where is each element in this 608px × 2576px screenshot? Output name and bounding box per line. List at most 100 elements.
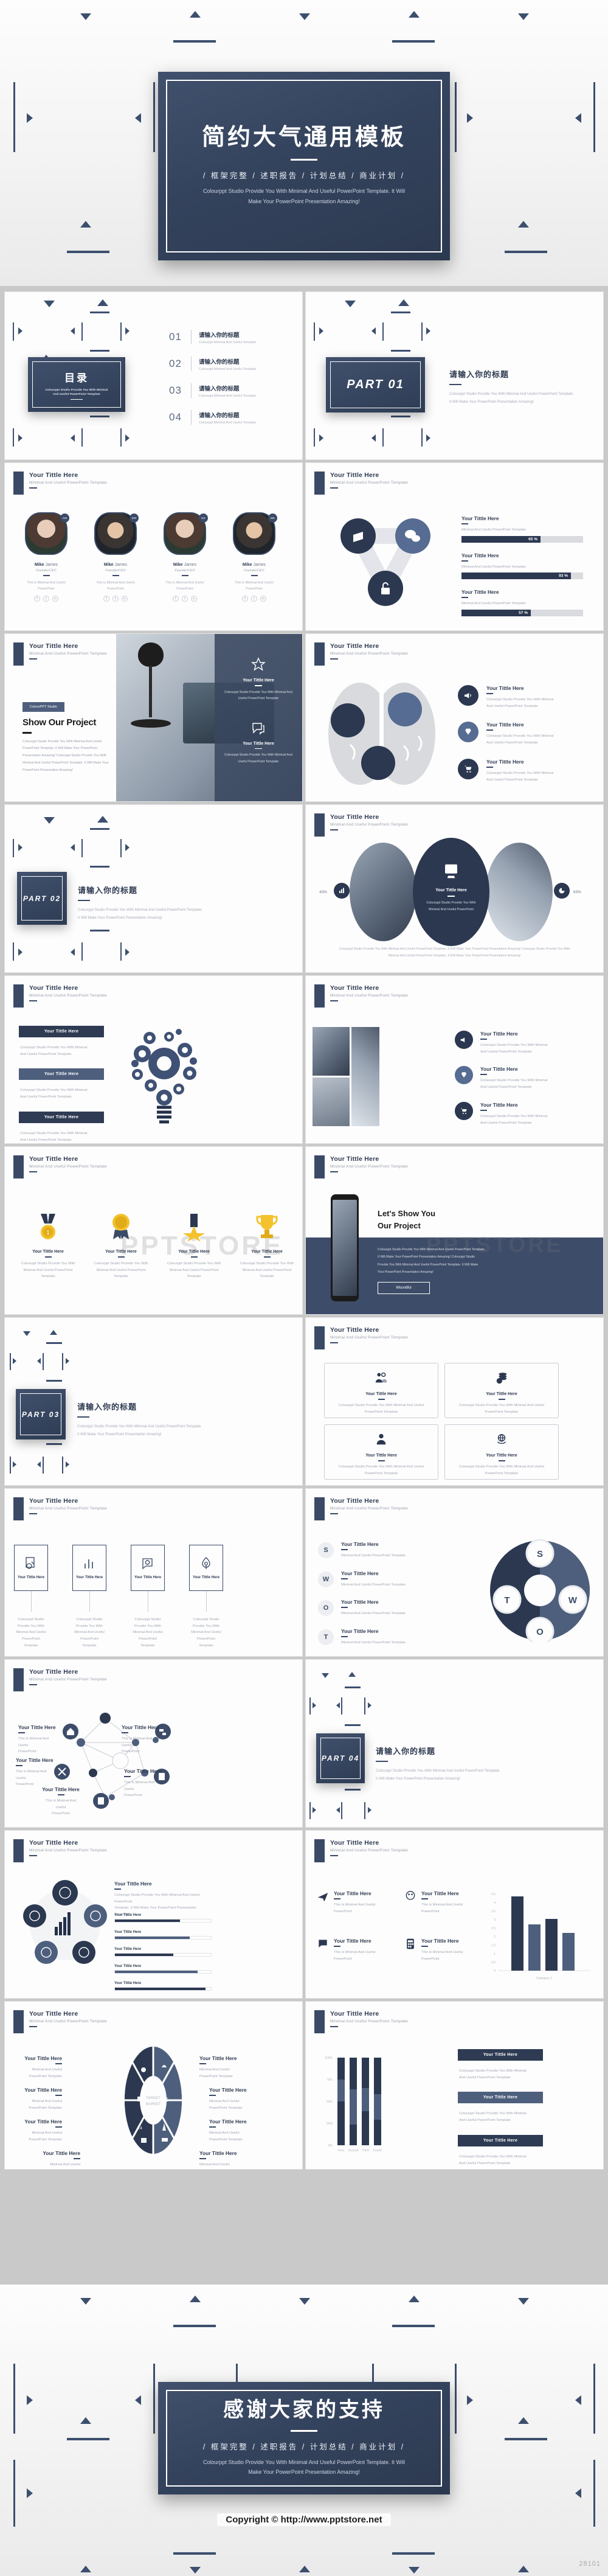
social-links[interactable]: f t in (231, 595, 277, 602)
slide-table-of-contents[interactable]: 目录 Colourppt Studio Provide You With Min… (5, 292, 302, 459)
team-member[interactable]: ES Mike James Founder/CEO This Is Minima… (162, 510, 208, 602)
slide-awards[interactable]: Your Tittle Here Minimal And Useful Powe… (5, 1147, 302, 1314)
facebook-icon[interactable]: f (34, 595, 40, 602)
linkedin-icon[interactable]: in (191, 595, 197, 602)
social-links[interactable]: f t in (92, 595, 139, 602)
info-card[interactable]: Your Tittle Here Colourppt Studio Provid… (324, 1424, 438, 1480)
target-label[interactable]: Your Tittle HereMinimal And Useful Power… (15, 2087, 62, 2111)
outline-card[interactable]: Your Tittle Here Colourppt Studio Provid… (72, 1545, 106, 1649)
toc-item[interactable]: 03 请输入你的标题 Colourppt Minimal And Useful … (169, 383, 256, 398)
slide-triangle-progress[interactable]: Your Tittle Here Minimal And Useful Powe… (306, 463, 603, 630)
target-label[interactable]: Your Tittle HereMinimal And Useful Power… (199, 2150, 248, 2169)
award-item[interactable]: Your Tittle Here Colourppt Studio Provid… (233, 1213, 300, 1280)
gears-button[interactable]: Your Tittle Here (19, 1026, 104, 1037)
slide-collage[interactable]: Your Tittle Here Minimal And Useful Powe… (306, 976, 603, 1143)
facebook-icon[interactable]: f (173, 595, 179, 602)
swot-item[interactable]: S Your Tittle Here Minimal And Useful Pow… (318, 1541, 406, 1559)
icon-item[interactable]: Your Tittle Here This Is Minimal And Use… (317, 1938, 396, 1962)
icon-item[interactable]: Your Tittle Here This Is Minimal And Use… (317, 1890, 396, 1915)
target-label[interactable]: Your Tittle HereMinimal And Useful Power… (199, 2055, 248, 2080)
outline-card[interactable]: Your Tittle Here Colourppt Studio Provid… (14, 1545, 48, 1649)
bar-chart: 4.5 4 3.5 3 2.5 2 1.5 1 0.5 0 Category 1 (491, 1893, 590, 1980)
slide-part-03[interactable]: PART 03 请输入你的标题 Colourppt Studio Provide… (5, 1318, 302, 1485)
card-title: Your Tittle Here (486, 1453, 517, 1458)
social-links[interactable]: f t in (162, 595, 208, 602)
icon-item[interactable]: Your Tittle Here This Is Minimal And Use… (404, 1938, 483, 1962)
slide-icons-bar-chart[interactable]: Your Tittle Here Minimal And Useful Powe… (306, 1831, 603, 1998)
linkedin-icon[interactable]: in (260, 595, 266, 602)
network-item[interactable]: Your Tittle Here This Is Minimal And Use… (122, 1724, 163, 1755)
slide-show-project[interactable]: Your Tittle Here Minimal And Useful Powe… (5, 634, 302, 801)
collage-item[interactable]: Your Tittle Here Colourppt Studio Provid… (455, 1066, 548, 1090)
slide-ovals[interactable]: Your Tittle Here Minimal And Useful Powe… (306, 805, 603, 972)
brain-item[interactable]: Your Tittle Here Colourppt Studio Provid… (458, 722, 554, 746)
collage-item[interactable]: Your Tittle Here Colourppt Studio Provid… (455, 1031, 548, 1055)
swot-item[interactable]: T Your Tittle Here Minimal And Useful Pow… (318, 1628, 406, 1646)
target-label[interactable]: Your Tittle HereMinimal And Useful Power… (33, 2150, 80, 2169)
member-last-name: James (45, 563, 58, 567)
member-last-name: James (184, 563, 197, 567)
network-item[interactable]: Your Tittle Here This Is Minimal And Use… (40, 1786, 81, 1817)
slide-stacked-chart[interactable]: Your Tittle Here Minimal And Useful Powe… (306, 2002, 603, 2169)
gears-button[interactable]: Your Tittle Here (19, 1068, 104, 1081)
network-item[interactable]: Your Tittle Here This Is Minimal And Use… (18, 1724, 60, 1755)
person-icon (376, 1433, 386, 1445)
swot-item[interactable]: W Your Tittle Here Minimal And Useful Pow… (318, 1570, 406, 1589)
network-item[interactable]: Your Tittle Here This Is Minimal And Use… (16, 1757, 57, 1788)
award-item[interactable]: Your Tittle Here Colourppt Studio Provid… (161, 1213, 227, 1280)
slide-team[interactable]: Your Tittle Here Minimal And Useful Powe… (5, 463, 302, 630)
toc-item[interactable]: 01 请输入你的标题 Colourppt Minimal And Useful … (169, 330, 256, 344)
member-last-name: James (114, 563, 128, 567)
oval-photo-right (486, 843, 553, 941)
twitter-icon[interactable]: t (112, 595, 119, 602)
target-label[interactable]: Your Tittle HereMinimal And Useful Power… (209, 2118, 258, 2143)
slide-part-02[interactable]: PART 02 请输入你的标题 Colourppt Studio Provide… (5, 805, 302, 972)
stacked-button[interactable]: Your Tittle Here (458, 2049, 543, 2061)
award-item[interactable]: Your Tittle Here Colourppt Studio Provid… (88, 1213, 154, 1280)
slide-target-market[interactable]: Your Tittle Here Minimal And Useful Powe… (5, 2002, 302, 2169)
stacked-button[interactable]: Your Tittle Here (458, 2134, 543, 2146)
slide-network[interactable]: Your Tittle Here Minimal And Useful Powe… (5, 1660, 302, 1827)
twitter-icon[interactable]: t (182, 595, 188, 602)
twitter-icon[interactable]: t (251, 595, 257, 602)
target-label[interactable]: Your Tittle HereMinimal And Useful Power… (15, 2055, 62, 2080)
brain-item[interactable]: Your Tittle Here Colourppt Studio Provid… (458, 758, 554, 783)
facebook-icon[interactable]: f (103, 595, 109, 602)
social-links[interactable]: f t in (23, 595, 69, 602)
brain-item[interactable]: Your Tittle Here Colourppt Studio Provid… (458, 685, 554, 709)
info-card[interactable]: Your Tittle Here Colourppt Studio Provid… (444, 1363, 559, 1418)
slide-part-01[interactable]: PART 01 请输入你的标题 Colourppt Studio Provide… (306, 292, 603, 459)
swot-item[interactable]: O Your Tittle Here Minimal And Useful Pow… (318, 1599, 406, 1617)
icon-item[interactable]: Your Tittle Here This Is Minimal And Use… (404, 1890, 483, 1915)
team-member[interactable]: EM Mike James Founder/CEO This Is Minima… (92, 510, 139, 602)
slide-brain[interactable]: Your Tittle Here Minimal And Useful Powe… (306, 634, 603, 801)
slide-petal-bars[interactable]: Your Tittle Here Minimal And Useful Powe… (5, 1831, 302, 1998)
linkedin-icon[interactable]: in (52, 595, 58, 602)
gears-button[interactable]: Your Tittle Here (19, 1111, 104, 1123)
info-card[interactable]: Your Tittle Here Colourppt Studio Provid… (444, 1424, 559, 1480)
slide-gears[interactable]: Your Tittle Here Minimal And Useful Powe… (5, 976, 302, 1143)
toc-item[interactable]: 02 请输入你的标题 Colourppt Minimal And Useful … (169, 357, 256, 371)
toc-item[interactable]: 04 请输入你的标题 Colourppt Minimal And Useful … (169, 410, 256, 425)
target-label[interactable]: Your Tittle HereMinimal And Useful Power… (209, 2087, 258, 2111)
facebook-icon[interactable]: f (242, 595, 248, 602)
slide-four-cards[interactable]: Your Tittle Here Minimal And Useful Powe… (306, 1318, 603, 1485)
slide-phone-project[interactable]: Your Tittle Here Minimal And Useful Powe… (306, 1147, 603, 1314)
collage-item[interactable]: Your Tittle Here Colourppt Studio Provid… (455, 1101, 548, 1126)
woundful-button[interactable]: Woundful (378, 1282, 430, 1294)
stacked-button[interactable]: Your Tittle Here (458, 2092, 543, 2104)
outline-card[interactable]: Your Tittle Here Colourppt Studio Provid… (131, 1545, 165, 1649)
slide-swot[interactable]: Your Tittle Here Minimal And Useful Powe… (306, 1489, 603, 1656)
slide-four-outline[interactable]: Your Tittle Here Minimal And Useful Powe… (5, 1489, 302, 1656)
outline-card[interactable]: Your Tittle Here Colourppt Studio Provid… (189, 1545, 223, 1649)
linkedin-icon[interactable]: in (122, 595, 128, 602)
twitter-icon[interactable]: t (43, 595, 49, 602)
target-label[interactable]: Your Tittle HereMinimal And Useful Power… (15, 2118, 62, 2143)
toc-item-sub: Colourppt Minimal And Useful Template (199, 367, 257, 371)
award-item[interactable]: 1 Your Tittle Here Colourppt Studio Prov… (15, 1213, 81, 1280)
slide-part-04[interactable]: PART 04 请输入你的标题 Colourppt Studio Provide… (306, 1660, 603, 1827)
network-item[interactable]: Your Tittle Here This Is Minimal And Use… (124, 1768, 165, 1799)
team-member[interactable]: CM Mike James Founder/CEO This Is Minima… (23, 510, 69, 602)
team-member[interactable]: MK Mike James Founder/CEO This Is Minima… (231, 510, 277, 602)
info-card[interactable]: Your Tittle Here Colourppt Studio Provid… (324, 1363, 438, 1418)
